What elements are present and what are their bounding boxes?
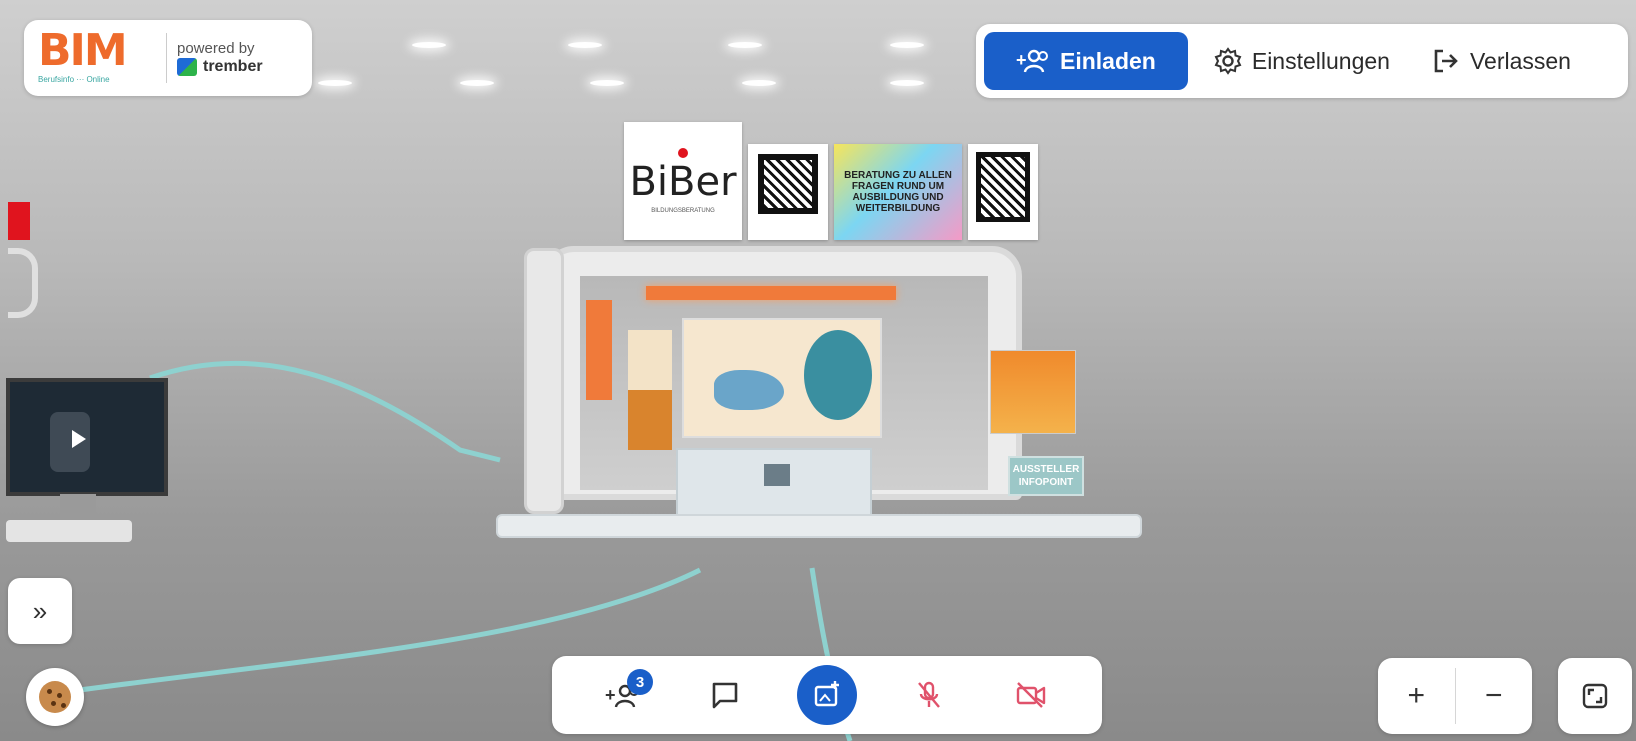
- photo-circle: [804, 330, 872, 420]
- chat-button[interactable]: [695, 665, 755, 725]
- chat-icon: [712, 682, 738, 709]
- info-banner: BERATUNG ZU ALLEN FRAGEN RUND UM AUSBILD…: [834, 144, 962, 240]
- exhibitor-booth[interactable]: BiBer BILDUNGSBERATUNG BERATUNG ZU ALLEN…: [496, 118, 1146, 546]
- booth-orange-panel: [586, 300, 612, 400]
- bottom-toolbar: + 3: [552, 656, 1102, 734]
- mic-toggle-button[interactable]: [899, 665, 959, 725]
- add-people-icon: +: [1016, 49, 1048, 73]
- play-icon: [72, 430, 86, 448]
- booth-main-poster: [682, 318, 882, 438]
- leave-button[interactable]: Verlassen: [1416, 32, 1587, 90]
- fullscreen-button[interactable]: [1558, 658, 1632, 734]
- plus-icon: +: [1407, 679, 1426, 712]
- double-chevron-right-icon: »: [32, 595, 48, 626]
- leave-label: Verlassen: [1469, 47, 1571, 74]
- booth-left-wall: [524, 248, 564, 514]
- participant-count-badge: 3: [627, 669, 653, 695]
- booth-logo-sign: BiBer BILDUNGSBERATUNG: [624, 122, 742, 240]
- powered-by-label: powered by: [177, 40, 255, 57]
- qr-code-left: [748, 144, 828, 240]
- camera-toggle-button[interactable]: [1001, 665, 1061, 725]
- powered-by-block: powered by trember: [177, 40, 263, 76]
- kiosk-base: [6, 520, 132, 542]
- expand-sidebar-button[interactable]: »: [8, 578, 72, 644]
- booth-floor: [496, 514, 1142, 538]
- map-graphic: [714, 370, 784, 410]
- booth-poster-left: [628, 330, 672, 450]
- svg-text:+: +: [1016, 50, 1027, 70]
- biber-logo-text: BiBer: [629, 159, 737, 205]
- minus-icon: −: [1484, 679, 1503, 712]
- offscreen-marker: [8, 202, 30, 240]
- participants-button[interactable]: + 3: [593, 665, 653, 725]
- cookie-icon: [39, 681, 71, 713]
- biber-logo-subtitle: BILDUNGSBERATUNG: [651, 208, 715, 214]
- qr-code-right: [968, 144, 1038, 240]
- staff-avatar: [764, 464, 790, 486]
- camera-off-icon: [1016, 682, 1046, 708]
- mic-off-icon: [918, 681, 940, 708]
- zoom-controls: + −: [1378, 658, 1532, 734]
- video-kiosk-screen[interactable]: [6, 378, 168, 496]
- booth-counter: [676, 448, 872, 522]
- logo-dot: [678, 148, 688, 158]
- zoom-in-button[interactable]: +: [1378, 658, 1455, 734]
- share-screen-button[interactable]: [797, 665, 857, 725]
- invite-button[interactable]: + Einladen: [984, 32, 1188, 90]
- fullscreen-icon: [1582, 683, 1608, 709]
- logo-divider: [166, 33, 167, 83]
- zoom-out-button[interactable]: −: [1456, 658, 1533, 734]
- bim-logo-text: BIM: [38, 25, 128, 76]
- trember-label: trember: [203, 58, 263, 75]
- booth-ceiling-light: [646, 286, 896, 300]
- kiosk-stand: [60, 494, 96, 520]
- event-logo-card[interactable]: BIM Berufsinfo ··· Online powered by tre…: [24, 20, 312, 96]
- settings-label: Einstellungen: [1251, 47, 1390, 74]
- cookie-settings-button[interactable]: [26, 668, 84, 726]
- share-screen-icon: [814, 681, 839, 707]
- svg-text:+: +: [605, 685, 616, 705]
- trember-mark-icon: [177, 58, 197, 76]
- invite-label: Einladen: [1060, 47, 1156, 74]
- infopoint-label: AUSSTELLER INFOPOINT: [1012, 464, 1080, 488]
- info-banner-text: BERATUNG ZU ALLEN FRAGEN RUND UM AUSBILD…: [844, 170, 952, 214]
- trember-logo: trember: [177, 58, 263, 76]
- top-nav: + Einladen Einstellungen Verlassen: [976, 24, 1628, 98]
- bim-logo: BIM Berufsinfo ··· Online: [38, 29, 156, 87]
- exit-icon: [1434, 49, 1458, 73]
- infopoint-poster: [990, 350, 1076, 434]
- gear-icon: [1214, 47, 1242, 75]
- infopoint-sign[interactable]: AUSSTELLER INFOPOINT: [1008, 456, 1084, 496]
- settings-button[interactable]: Einstellungen: [1198, 32, 1406, 90]
- bim-logo-subtitle: Berufsinfo ··· Online: [38, 75, 110, 84]
- offscreen-booth-edge: [8, 248, 38, 318]
